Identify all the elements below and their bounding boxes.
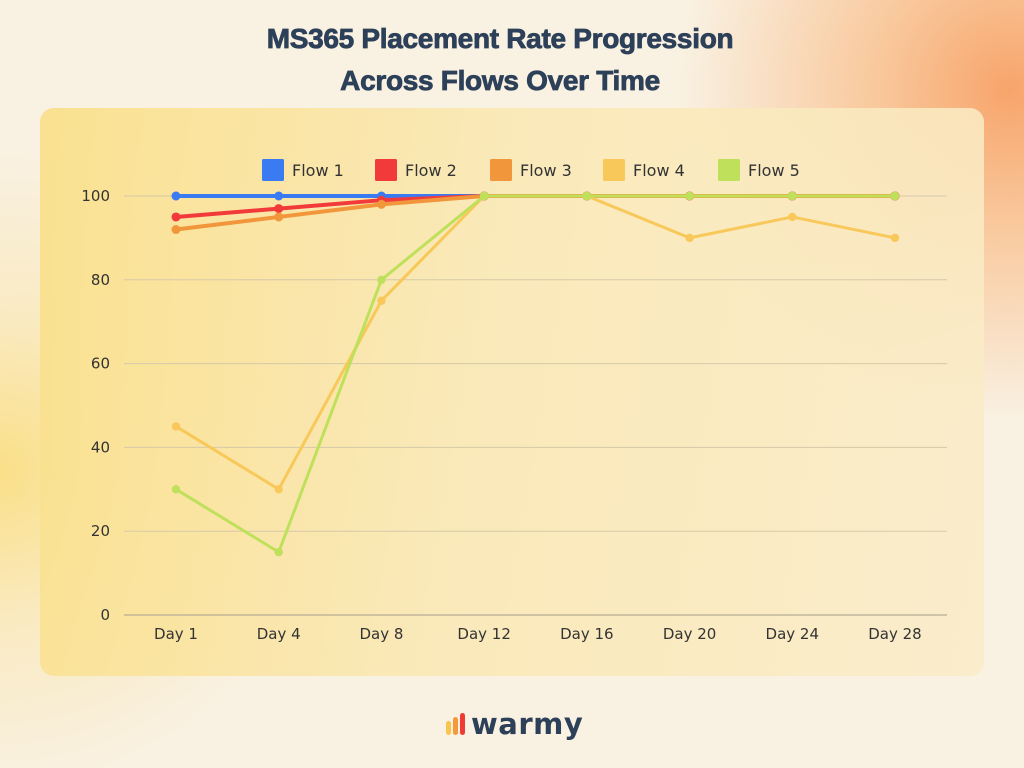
y-tick-label: 60 <box>91 355 110 373</box>
series-flow-5 <box>171 191 900 557</box>
data-point <box>274 191 284 201</box>
data-point <box>788 212 797 222</box>
y-axis-ticks: 0 20 40 60 80 100 <box>81 187 110 624</box>
data-point <box>479 191 489 201</box>
x-tick-label: Day 8 <box>359 625 403 643</box>
legend-label: Flow 4 <box>633 161 685 180</box>
legend-swatch <box>262 159 284 181</box>
logo-bar <box>460 713 465 735</box>
brand-name: warmy <box>471 707 584 741</box>
legend: Flow 1 Flow 2 Flow 3 Flow 4 Flow 5 <box>262 159 800 181</box>
y-tick-label: 40 <box>91 438 110 456</box>
legend-swatch <box>375 159 397 181</box>
bar-chart-logo-icon <box>446 713 465 735</box>
data-point <box>890 233 900 243</box>
legend-item[interactable]: Flow 5 <box>718 159 800 181</box>
x-tick-label: Day 4 <box>257 625 301 643</box>
data-point <box>274 212 284 222</box>
legend-item[interactable]: Flow 3 <box>490 159 572 181</box>
series-group <box>171 191 900 557</box>
legend-item[interactable]: Flow 2 <box>375 159 457 181</box>
logo-bar <box>446 721 451 735</box>
legend-label: Flow 1 <box>292 161 344 180</box>
y-tick-label: 100 <box>81 187 110 205</box>
data-point <box>171 212 181 222</box>
data-point <box>274 204 284 214</box>
legend-label: Flow 2 <box>405 161 457 180</box>
y-tick-label: 20 <box>91 522 110 540</box>
legend-swatch <box>603 159 625 181</box>
logo-bar <box>453 717 458 735</box>
y-tick-label: 0 <box>100 606 110 624</box>
x-tick-label: Day 1 <box>154 625 198 643</box>
line-chart: 0 20 40 60 80 100 Day 1 Day 4 Day 8 Day 12 Day 16… <box>81 159 947 643</box>
x-axis-ticks: Day 1 Day 4 Day 8 Day 12 Day 16 Day 20 Day 24 D… <box>154 625 922 643</box>
x-tick-label: Day 28 <box>868 625 921 643</box>
gridlines <box>124 195 947 616</box>
data-point <box>582 191 592 201</box>
data-point <box>685 233 694 243</box>
x-tick-label: Day 24 <box>766 625 819 643</box>
legend-item[interactable]: Flow 4 <box>603 159 685 181</box>
series-line <box>174 194 897 219</box>
legend-item[interactable]: Flow 1 <box>262 159 344 181</box>
legend-label: Flow 3 <box>520 161 572 180</box>
legend-swatch <box>718 159 740 181</box>
warmy-logo: warmy <box>446 704 583 744</box>
data-point <box>685 191 694 201</box>
series-line <box>174 194 897 554</box>
y-tick-label: 80 <box>91 271 110 289</box>
data-point <box>274 547 283 557</box>
data-point <box>788 191 797 201</box>
series-flow-4 <box>171 191 900 494</box>
data-point <box>377 275 386 284</box>
series-line <box>174 194 897 491</box>
legend-swatch <box>490 159 512 181</box>
data-point <box>171 191 181 201</box>
series-line <box>174 194 897 232</box>
data-point <box>377 296 386 305</box>
data-point <box>274 485 283 494</box>
data-point <box>171 422 181 431</box>
x-tick-label: Day 12 <box>457 625 510 643</box>
x-tick-label: Day 20 <box>663 625 716 643</box>
data-point <box>890 191 900 201</box>
data-point <box>171 485 181 494</box>
data-point <box>376 199 386 209</box>
x-tick-label: Day 16 <box>560 625 613 643</box>
data-point <box>171 225 181 235</box>
legend-label: Flow 5 <box>748 161 800 180</box>
